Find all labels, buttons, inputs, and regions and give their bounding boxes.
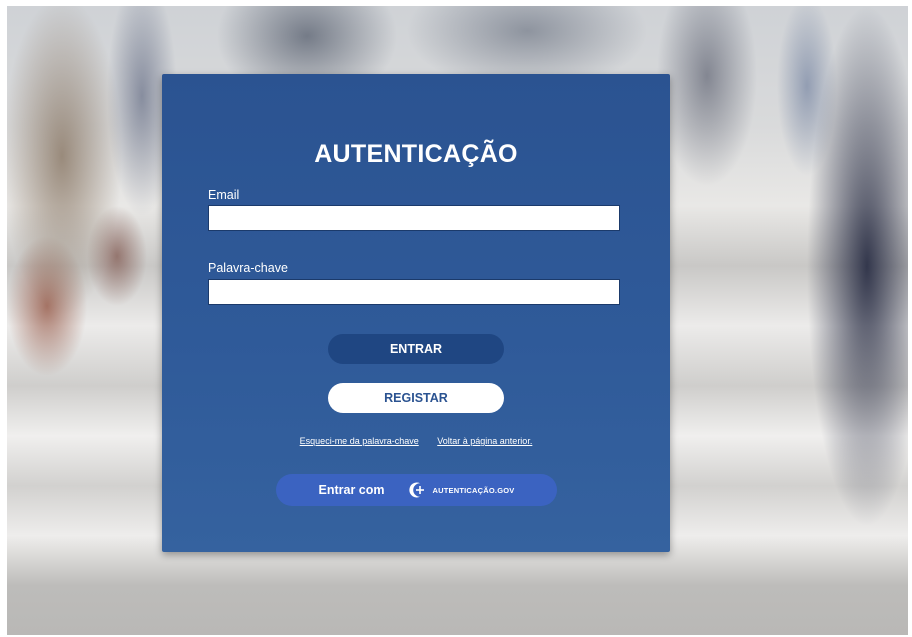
back-link[interactable]: Voltar à página anterior. <box>437 436 532 446</box>
autenticacao-gov-logo-icon <box>407 480 427 500</box>
forgot-password-link[interactable]: Esqueci-me da palavra-chave <box>300 436 419 446</box>
password-label: Palavra-chave <box>208 261 288 275</box>
register-button[interactable]: REGISTAR <box>328 383 504 413</box>
gov-brand-label: AUTENTICAÇÃO.GOV <box>432 485 515 495</box>
links-row: Esqueci-me da palavra-chave Voltar à pág… <box>162 436 670 446</box>
password-field[interactable] <box>208 279 620 305</box>
page-title: AUTENTICAÇÃO <box>314 140 518 168</box>
page-frame: AUTENTICAÇÃO Email Palavra-chave ENTRAR … <box>7 6 908 635</box>
email-label: Email <box>208 188 240 202</box>
login-card: AUTENTICAÇÃO Email Palavra-chave ENTRAR … <box>162 74 670 552</box>
email-field[interactable] <box>208 205 620 231</box>
enter-button[interactable]: ENTRAR <box>328 334 504 364</box>
autenticacao-gov-button[interactable]: Entrar com AUTENTICAÇÃO.GOV <box>276 474 557 506</box>
gov-button-label: Entrar com <box>318 483 385 497</box>
